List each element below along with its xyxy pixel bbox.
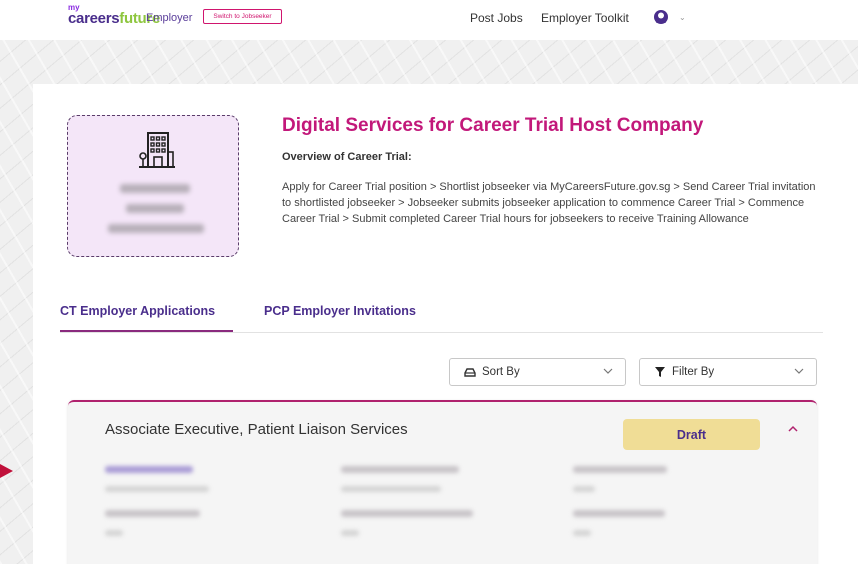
page-title: Digital Services for Career Trial Host C… — [282, 115, 704, 136]
building-icon — [139, 132, 175, 168]
chevron-down-icon[interactable]: ⌄ — [679, 13, 686, 22]
chevron-down-icon — [794, 368, 804, 374]
user-avatar-icon[interactable] — [653, 9, 669, 25]
logo-careers-text: careers — [68, 10, 120, 27]
tab-ct-employer-applications[interactable]: CT Employer Applications — [60, 304, 215, 318]
switch-to-jobseeker-button[interactable]: Switch to Jobseeker — [203, 9, 282, 24]
filter-by-dropdown[interactable]: Filter By — [639, 358, 817, 386]
field-value-blurred — [105, 486, 209, 492]
top-nav: my careersfuture Employer Switch to Jobs… — [0, 0, 858, 40]
field-value-blurred — [573, 530, 591, 536]
company-logo-box — [67, 115, 239, 257]
chevron-down-icon — [603, 368, 613, 374]
sort-icon — [464, 368, 476, 377]
field-value-blurred — [105, 530, 123, 536]
filter-icon — [655, 367, 665, 377]
main-card: Digital Services for Career Trial Host C… — [33, 84, 858, 564]
field-label-blurred — [573, 510, 665, 517]
employer-label: Employer — [146, 12, 193, 24]
sort-by-dropdown[interactable]: Sort By — [449, 358, 626, 386]
post-jobs-link[interactable]: Post Jobs — [470, 11, 523, 25]
field-value-blurred — [341, 530, 359, 536]
overview-description: Apply for Career Trial position > Shortl… — [282, 181, 816, 225]
field-label-blurred — [341, 466, 459, 473]
status-badge: Draft — [623, 419, 760, 450]
application-card[interactable]: Associate Executive, Patient Liaison Ser… — [68, 400, 817, 564]
field-value-blurred — [573, 486, 595, 492]
field-value-blurred — [341, 486, 441, 492]
tab-pcp-employer-invitations[interactable]: PCP Employer Invitations — [264, 304, 416, 318]
employer-toolkit-link[interactable]: Employer Toolkit — [541, 11, 629, 25]
field-label-blurred — [573, 466, 667, 473]
filter-by-label: Filter By — [672, 366, 715, 378]
overview-heading: Overview of Career Trial: — [282, 151, 412, 163]
company-name-blurred — [108, 224, 204, 233]
company-name-blurred — [120, 184, 190, 193]
field-label-blurred — [341, 510, 473, 517]
application-title: Associate Executive, Patient Liaison Ser… — [105, 421, 408, 438]
sort-by-label: Sort By — [482, 366, 520, 378]
field-label-blurred — [105, 510, 200, 517]
annotation-arrow-icon — [0, 464, 13, 478]
tab-divider — [60, 332, 823, 333]
field-label-blurred[interactable] — [105, 466, 193, 473]
company-name-blurred — [126, 204, 184, 213]
chevron-up-icon[interactable] — [787, 424, 799, 434]
